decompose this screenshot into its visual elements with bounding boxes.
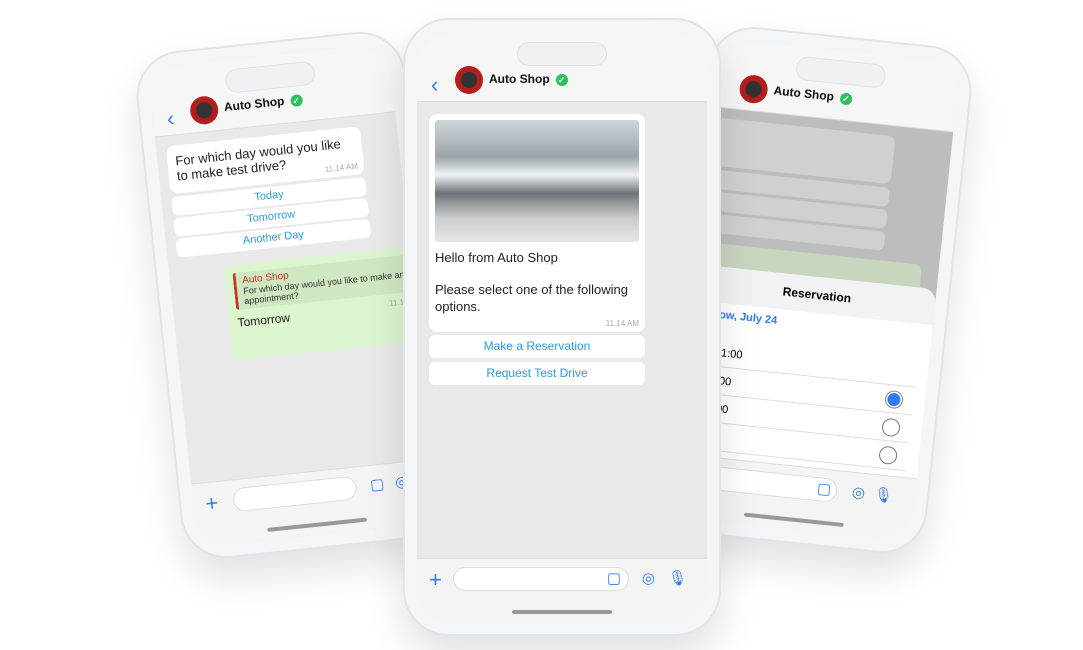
chat-header: ‹ Auto Shop ✓ — [147, 42, 396, 138]
showroom-image[interactable] — [435, 120, 639, 242]
camera-icon[interactable]: ◎ — [851, 483, 866, 502]
chat-header: ‹ Auto Shop ✓ — [417, 32, 707, 102]
center-phone: ‹ Auto Shop ✓ Hello from Auto Shop Please… — [403, 18, 721, 636]
message-input[interactable] — [231, 475, 358, 513]
home-indicator — [743, 512, 844, 527]
dynamic-island — [224, 60, 317, 94]
reply-bubble: Auto Shop For which day would you like t… — [223, 245, 433, 361]
contact-name-text: Auto Shop — [772, 83, 835, 104]
home-indicator — [512, 610, 612, 614]
microphone-icon[interactable]: 🎙 — [873, 485, 894, 505]
timestamp: 11.14 AM — [324, 161, 359, 174]
dynamic-island — [517, 42, 607, 66]
left-screen: ‹ Auto Shop ✓ For which day would you lik… — [147, 42, 439, 548]
question-text: For which day would you like to make tes… — [174, 136, 342, 184]
radio[interactable] — [878, 445, 899, 466]
radio-selected[interactable] — [884, 389, 904, 410]
center-screen: ‹ Auto Shop ✓ Hello from Auto Shop Please… — [417, 32, 707, 622]
verified-icon: ✓ — [289, 93, 303, 108]
back-icon[interactable]: ‹ — [166, 106, 176, 133]
contact-name: Auto Shop ✓ — [772, 83, 853, 106]
request-test-drive-option[interactable]: Request Test Drive — [429, 362, 645, 385]
timestamp: 11.14 AM — [605, 319, 639, 328]
composer: + ▢ ◎ — [191, 458, 439, 548]
home-indicator — [267, 517, 368, 532]
sticker-icon[interactable]: ▢ — [607, 569, 621, 587]
radio[interactable] — [881, 417, 901, 438]
contact-name-text: Auto Shop — [489, 72, 550, 86]
microphone-icon[interactable]: 🎙 — [668, 569, 687, 587]
verified-icon: ✓ — [555, 73, 568, 86]
greeting-text: Hello from Auto Shop — [435, 250, 558, 265]
sticker-icon[interactable]: ▢ — [369, 475, 385, 494]
message-input[interactable] — [453, 567, 629, 591]
make-reservation-option[interactable]: Make a Reservation — [429, 335, 645, 358]
avatar — [738, 73, 770, 105]
verified-icon: ✓ — [839, 92, 853, 106]
dynamic-island — [794, 55, 887, 89]
message-bubble: Hello from Auto Shop Please select one o… — [429, 114, 645, 332]
contact-name-text: Auto Shop — [223, 93, 286, 115]
contact-name: Auto Shop ✓ — [489, 72, 568, 86]
avatar — [188, 94, 220, 126]
plus-icon[interactable]: + — [429, 567, 442, 593]
composer: + ▢ ◎ 🎙 — [417, 558, 707, 622]
contact-name: Auto Shop ✓ — [223, 92, 303, 114]
plus-icon[interactable]: + — [204, 490, 220, 517]
back-icon[interactable]: ‹ — [431, 72, 438, 98]
avatar — [455, 66, 483, 94]
sticker-icon[interactable]: ▢ — [816, 479, 832, 498]
prompt-text: Please select one of the following optio… — [435, 282, 628, 314]
camera-icon[interactable]: ◎ — [642, 569, 655, 587]
